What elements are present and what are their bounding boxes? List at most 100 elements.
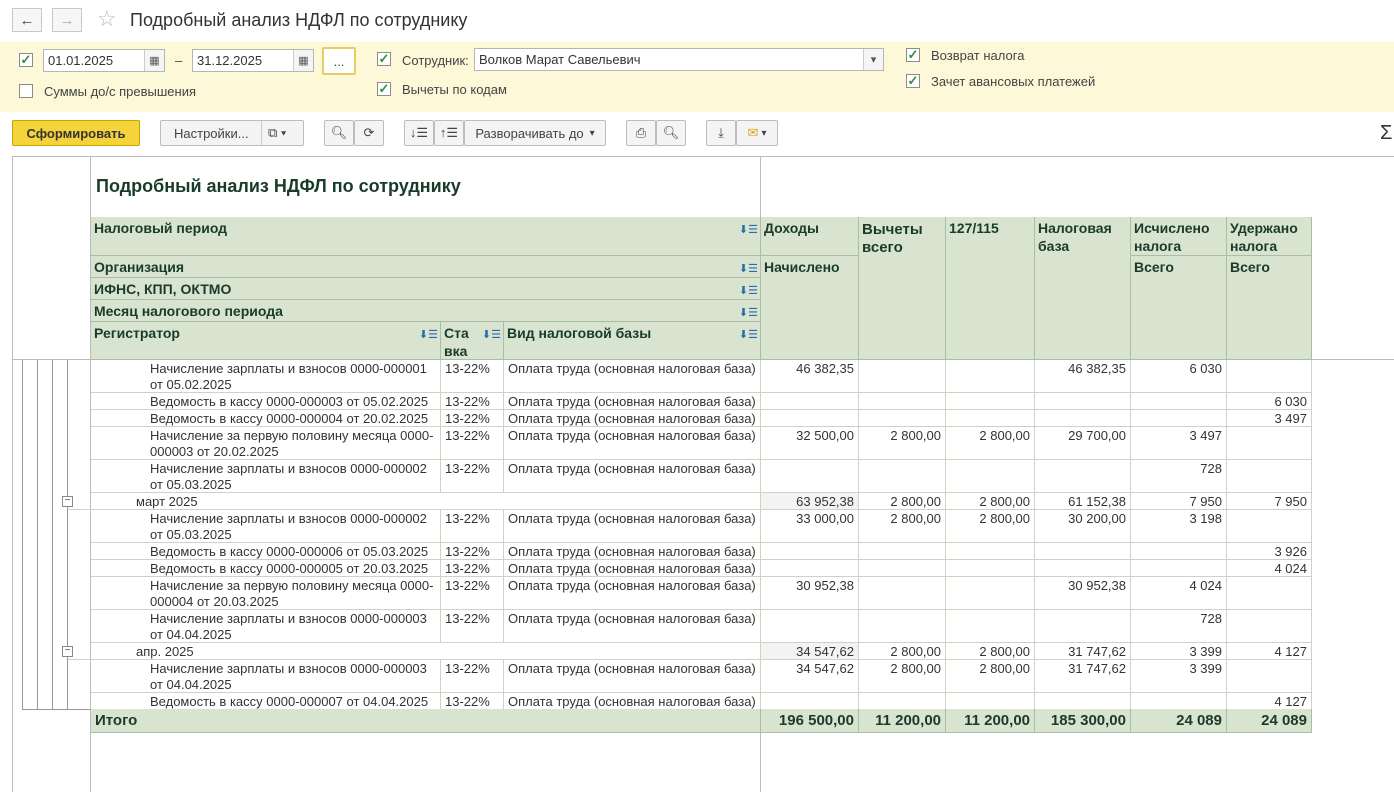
group-tree-line xyxy=(22,709,91,710)
row-6-with xyxy=(1227,510,1312,543)
row-13-with: 4 127 xyxy=(1227,693,1312,710)
row-9-reg[interactable]: Начисление за первую половину месяца 000… xyxy=(91,577,441,610)
sort-icon[interactable]: ⬇☰ xyxy=(419,326,438,344)
row-6-base: Оплата труда (основная налоговая база) xyxy=(504,510,761,543)
row-8-with: 4 024 xyxy=(1227,560,1312,577)
deductions-by-codes-label: Вычеты по кодам xyxy=(402,82,507,97)
period-checkbox[interactable]: ✓ xyxy=(19,53,33,67)
sort-asc-button[interactable]: ↑☰ xyxy=(434,120,464,146)
row-8-tb xyxy=(1035,560,1131,577)
header-deductions-label: Вычеты всего xyxy=(862,221,923,256)
row-0-code xyxy=(946,360,1035,393)
print-button[interactable]: ⎙ xyxy=(626,120,656,146)
settings-button[interactable]: Настройки... ⧉ ▾ xyxy=(160,120,304,146)
advance-offset-checkbox[interactable]: ✓ xyxy=(906,74,920,88)
header-calculated-sub-label: Всего xyxy=(1134,259,1174,275)
row-13-reg[interactable]: Ведомость в кассу 0000-000007 от 04.04.2… xyxy=(91,693,441,710)
row-1-calc xyxy=(1131,393,1227,410)
row-13-calc xyxy=(1131,693,1227,710)
row-9-code xyxy=(946,577,1035,610)
header-base-kind-label: Вид налоговой базы xyxy=(507,325,652,341)
deductions-by-codes-checkbox[interactable]: ✓ xyxy=(377,82,391,96)
row-5-with: 7 950 xyxy=(1227,493,1312,510)
find-next-button[interactable]: ⟳ xyxy=(354,120,384,146)
row-8-code xyxy=(946,560,1035,577)
row-0-calc: 6 030 xyxy=(1131,360,1227,393)
row-12-reg[interactable]: Начисление зарплаты и взносов 0000-00000… xyxy=(91,660,441,693)
sort-icon[interactable]: ⬇☰ xyxy=(739,282,758,300)
print-icon: ⎙ xyxy=(635,125,647,140)
header-income-label: Доходы xyxy=(764,220,819,236)
period-from-input[interactable]: 01.01.2025 ▦ xyxy=(43,49,165,72)
row-8-calc xyxy=(1131,560,1227,577)
find-button[interactable]: 🔍︎ xyxy=(324,120,354,146)
row-7-code xyxy=(946,543,1035,560)
row-7-ded xyxy=(859,543,946,560)
sums-excess-label: Суммы до/с превышения xyxy=(44,84,197,99)
row-6-inc: 33 000,00 xyxy=(761,510,859,543)
header-calculated-label: Исчислено налога xyxy=(1134,220,1210,254)
preview-button[interactable]: 🔍︎ xyxy=(656,120,686,146)
row-9-inc: 30 952,38 xyxy=(761,577,859,610)
group-tree-line xyxy=(52,360,53,710)
expand-to-button[interactable]: Разворачивать до ▾ xyxy=(464,120,606,146)
header-organization: Организация ⬇☰ xyxy=(91,256,761,278)
period-to-value: 31.12.2025 xyxy=(197,53,263,68)
sum-button[interactable]: Σ xyxy=(1380,122,1392,145)
header-tax-base-label: Налоговая база xyxy=(1038,220,1112,254)
row-5-tb: 61 152,38 xyxy=(1035,493,1131,510)
row-10-tb xyxy=(1035,610,1131,643)
sums-excess-checkbox[interactable] xyxy=(19,84,33,98)
header-income-sub-label: Начислено xyxy=(764,259,840,275)
header-month-label: Месяц налогового периода xyxy=(94,303,283,319)
row-2-reg[interactable]: Ведомость в кассу 0000-000004 от 20.02.2… xyxy=(91,410,441,427)
row-12-tb: 31 747,62 xyxy=(1035,660,1131,693)
row-9-ded xyxy=(859,577,946,610)
row-3-reg[interactable]: Начисление за первую половину месяца 000… xyxy=(91,427,441,460)
row-1-reg[interactable]: Ведомость в кассу 0000-000003 от 05.02.2… xyxy=(91,393,441,410)
row-4-inc xyxy=(761,460,859,493)
period-to-input[interactable]: 31.12.2025 ▦ xyxy=(192,49,314,72)
calendar-icon[interactable]: ▦ xyxy=(144,50,164,71)
row-0-reg[interactable]: Начисление зарплаты и взносов 0000-00000… xyxy=(91,360,441,393)
search-icon: 🔍︎ xyxy=(330,125,348,140)
row-5-code: 2 800,00 xyxy=(946,493,1035,510)
employee-input[interactable]: Волков Марат Савельевич ▾ xyxy=(474,48,884,71)
collapse-group-icon[interactable]: − xyxy=(62,496,73,507)
chevron-down-icon[interactable]: ▾ xyxy=(863,49,883,70)
row-10-reg[interactable]: Начисление зарплаты и взносов 0000-00000… xyxy=(91,610,441,643)
row-6-reg[interactable]: Начисление зарплаты и взносов 0000-00000… xyxy=(91,510,441,543)
row-7-reg[interactable]: Ведомость в кассу 0000-000006 от 05.03.2… xyxy=(91,543,441,560)
row-10-code xyxy=(946,610,1035,643)
employee-value: Волков Марат Савельевич xyxy=(479,52,641,67)
collapse-group-icon[interactable]: − xyxy=(62,646,73,657)
sort-desc-button[interactable]: ↓☰ xyxy=(404,120,434,146)
header-registrar: Регистратор ⬇☰ xyxy=(91,322,441,360)
send-email-button[interactable]: ✉ ▾ xyxy=(736,120,778,146)
back-button[interactable]: ← xyxy=(12,8,42,32)
generate-button[interactable]: Сформировать xyxy=(12,120,140,146)
row-8-reg[interactable]: Ведомость в кассу 0000-000005 от 20.03.2… xyxy=(91,560,441,577)
header-registrar-label: Регистратор xyxy=(94,325,180,341)
employee-checkbox[interactable]: ✓ xyxy=(377,52,391,66)
tax-refund-checkbox[interactable]: ✓ xyxy=(906,48,920,62)
sort-icon[interactable]: ⬇☰ xyxy=(482,326,501,344)
row-3-tb: 29 700,00 xyxy=(1035,427,1131,460)
sort-icon[interactable]: ⬇☰ xyxy=(739,326,758,344)
sort-icon[interactable]: ⬇☰ xyxy=(739,221,758,239)
row-4-reg[interactable]: Начисление зарплаты и взносов 0000-00000… xyxy=(91,460,441,493)
header-tax-period: Налоговый период ⬇☰ xyxy=(91,217,761,256)
forward-button[interactable]: → xyxy=(52,8,82,32)
row-12-calc: 3 399 xyxy=(1131,660,1227,693)
sort-icon[interactable]: ⬇☰ xyxy=(739,304,758,322)
total-withheld: 24 089 xyxy=(1227,709,1312,733)
favorite-star-icon[interactable]: ☆ xyxy=(97,6,117,32)
row-13-rate: 13-22% xyxy=(441,693,504,710)
save-button[interactable]: ⤓ xyxy=(706,120,736,146)
header-tax-base: Налоговая база xyxy=(1035,217,1131,360)
calendar-icon[interactable]: ▦ xyxy=(293,50,313,71)
period-select-button[interactable]: ... xyxy=(322,47,356,75)
row-3-calc: 3 497 xyxy=(1131,427,1227,460)
sort-icon[interactable]: ⬇☰ xyxy=(739,260,758,278)
preview-icon: 🔍︎ xyxy=(662,125,680,140)
